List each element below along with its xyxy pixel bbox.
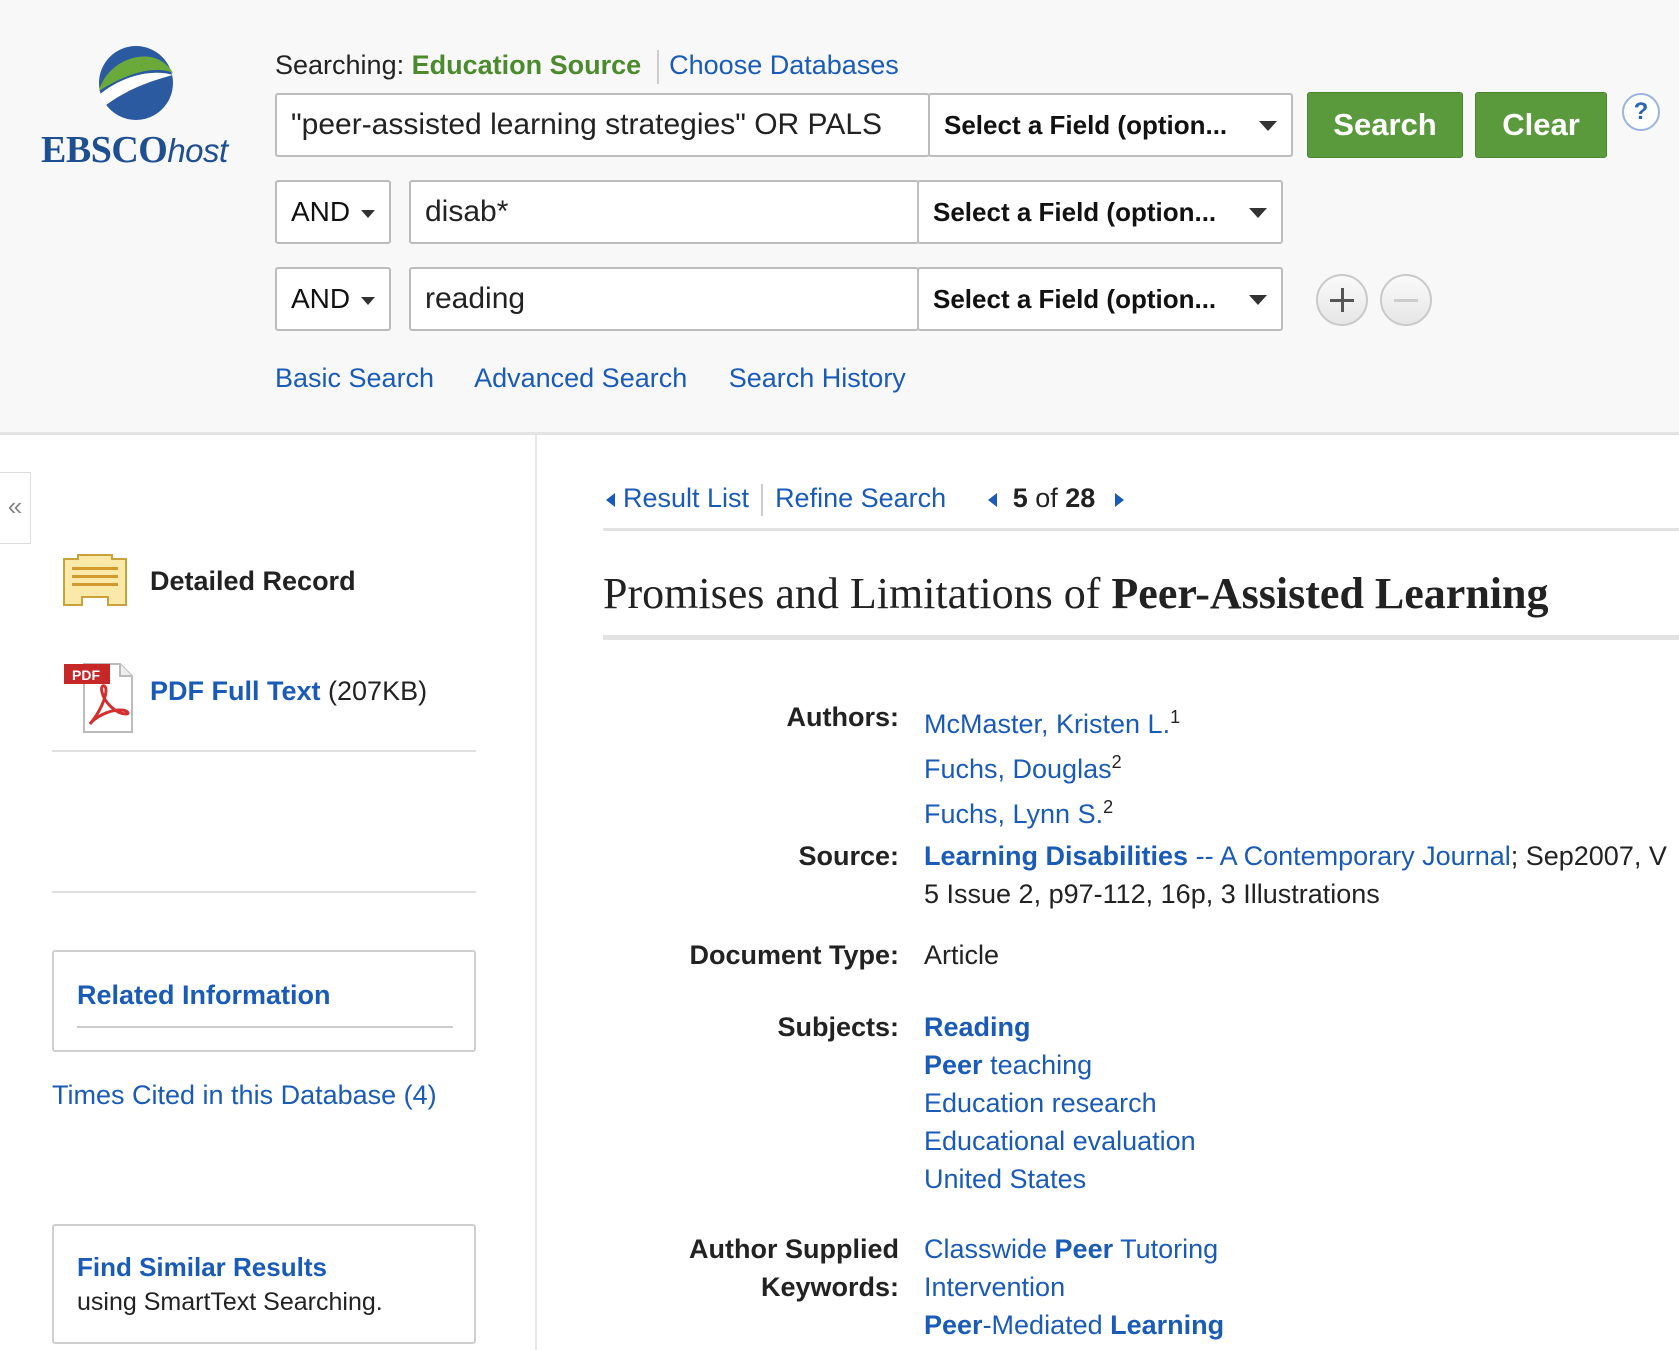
- detailed-record-icon: [63, 554, 127, 606]
- searching-label: Searching:: [275, 50, 405, 81]
- keyword-link[interactable]: Classwide Peer Tutoring: [924, 1230, 1224, 1268]
- sidebar-divider: [535, 432, 537, 1350]
- search-history-link[interactable]: Search History: [729, 363, 906, 393]
- field-select-1[interactable]: Select a Field (option...: [928, 93, 1293, 157]
- database-name: Education Source: [411, 50, 642, 81]
- next-record-icon[interactable]: [1115, 492, 1125, 507]
- divider: [52, 750, 476, 752]
- previous-record-icon[interactable]: [987, 492, 997, 507]
- chevron-down-icon: [361, 297, 375, 305]
- document-type-value: Article: [924, 940, 1000, 970]
- help-icon[interactable]: ?: [1622, 93, 1660, 131]
- operator-select-3[interactable]: AND: [275, 267, 391, 331]
- chevron-down-icon: [361, 210, 375, 218]
- refine-search-link[interactable]: Refine Search: [775, 483, 946, 513]
- add-row-button[interactable]: [1316, 274, 1368, 326]
- clear-button[interactable]: Clear: [1475, 92, 1607, 158]
- subjects-label: Subjects:: [777, 1012, 899, 1042]
- search-header: EBSCOhost Searching: Education Source Cho…: [0, 0, 1679, 435]
- find-similar-subtext: using SmartText Searching.: [77, 1288, 383, 1316]
- subjects-list: Reading Peer teaching Education research…: [924, 1008, 1196, 1198]
- keyword-link[interactable]: Intervention: [924, 1268, 1224, 1306]
- search-nav-links: Basic Search Advanced Search Search Hist…: [275, 363, 940, 394]
- related-information-heading[interactable]: Related Information: [77, 980, 331, 1011]
- search-button[interactable]: Search: [1307, 92, 1463, 158]
- author-link[interactable]: Fuchs, Lynn S.: [924, 799, 1103, 829]
- related-information-box: Related Information: [52, 950, 476, 1052]
- pdf-full-text-link[interactable]: PDF Full Text: [150, 676, 321, 706]
- record-title: Promises and Limitations of Peer-Assiste…: [603, 569, 1549, 618]
- result-list-link[interactable]: Result List: [623, 483, 749, 513]
- chevron-down-icon: [1249, 295, 1267, 305]
- divider: [52, 891, 476, 893]
- chevron-down-icon: [1259, 121, 1277, 131]
- operator-select-2-label: AND: [291, 196, 351, 227]
- search-input-3[interactable]: reading: [409, 267, 919, 331]
- field-select-2-label: Select a Field (option...: [933, 197, 1217, 227]
- minus-icon: [1394, 299, 1418, 302]
- subject-link[interactable]: Educational evaluation: [924, 1122, 1196, 1160]
- subject-link[interactable]: Education research: [924, 1084, 1196, 1122]
- authors-label: Authors:: [786, 702, 899, 732]
- subject-link[interactable]: Peer teaching: [924, 1046, 1196, 1084]
- ebsco-logo-text: EBSCOhost: [41, 129, 228, 171]
- choose-databases-link[interactable]: Choose Databases: [669, 50, 899, 80]
- journal-link[interactable]: Learning Disabilities -- A Contemporary …: [924, 841, 1511, 871]
- divider: [603, 528, 1679, 531]
- collapse-sidebar-button[interactable]: «: [0, 472, 31, 544]
- pdf-size: (207KB): [328, 676, 428, 706]
- advanced-search-link[interactable]: Advanced Search: [474, 363, 687, 393]
- author-link[interactable]: McMaster, Kristen L.: [924, 709, 1170, 739]
- find-similar-box: Find Similar Results using SmartText Sea…: [52, 1224, 476, 1344]
- times-cited-link[interactable]: Times Cited in this Database (4): [52, 1080, 437, 1111]
- svg-text:PDF: PDF: [72, 667, 100, 683]
- divider: [603, 635, 1679, 640]
- detailed-record-label[interactable]: Detailed Record: [150, 566, 356, 597]
- keyword-link[interactable]: Peer-Mediated Learning: [924, 1306, 1224, 1344]
- record-navigation: Result List Refine Search 5 of 28: [606, 483, 1125, 516]
- chevron-left-icon: [606, 492, 615, 507]
- source-label: Source:: [798, 841, 899, 871]
- pdf-full-text-row: PDF Full Text (207KB): [150, 676, 427, 707]
- basic-search-link[interactable]: Basic Search: [275, 363, 434, 393]
- searching-line: Searching: Education Source Choose Databa…: [275, 50, 899, 84]
- chevron-down-icon: [1249, 208, 1267, 218]
- pdf-icon: PDF: [64, 663, 133, 733]
- field-select-2[interactable]: Select a Field (option...: [917, 180, 1283, 244]
- search-input-2[interactable]: disab*: [409, 180, 919, 244]
- record-position-current: 5: [1012, 483, 1028, 513]
- remove-row-button[interactable]: [1380, 274, 1432, 326]
- record-position-total: 28: [1065, 483, 1096, 513]
- record-position-of: of: [1035, 483, 1058, 513]
- author-link[interactable]: Fuchs, Douglas: [924, 754, 1112, 784]
- search-input-1[interactable]: "peer-assisted learning strategies" OR P…: [275, 93, 930, 157]
- document-type-label: Document Type:: [689, 940, 899, 970]
- subject-link[interactable]: Reading: [924, 1008, 1196, 1046]
- keywords-label: Author Supplied Keywords:: [689, 1234, 899, 1302]
- operator-select-3-label: AND: [291, 283, 351, 314]
- field-select-3-label: Select a Field (option...: [933, 284, 1217, 314]
- authors-list: McMaster, Kristen L.1 Fuchs, Douglas2 Fu…: [924, 707, 1181, 829]
- field-select-1-label: Select a Field (option...: [944, 110, 1228, 140]
- operator-select-2[interactable]: AND: [275, 180, 391, 244]
- find-similar-link[interactable]: Find Similar Results: [77, 1252, 327, 1283]
- source-value: Learning Disabilities -- A Contemporary …: [924, 841, 1667, 909]
- field-select-3[interactable]: Select a Field (option...: [917, 267, 1283, 331]
- keywords-list: Classwide Peer Tutoring Intervention Pee…: [924, 1230, 1224, 1344]
- subject-link[interactable]: United States: [924, 1160, 1196, 1198]
